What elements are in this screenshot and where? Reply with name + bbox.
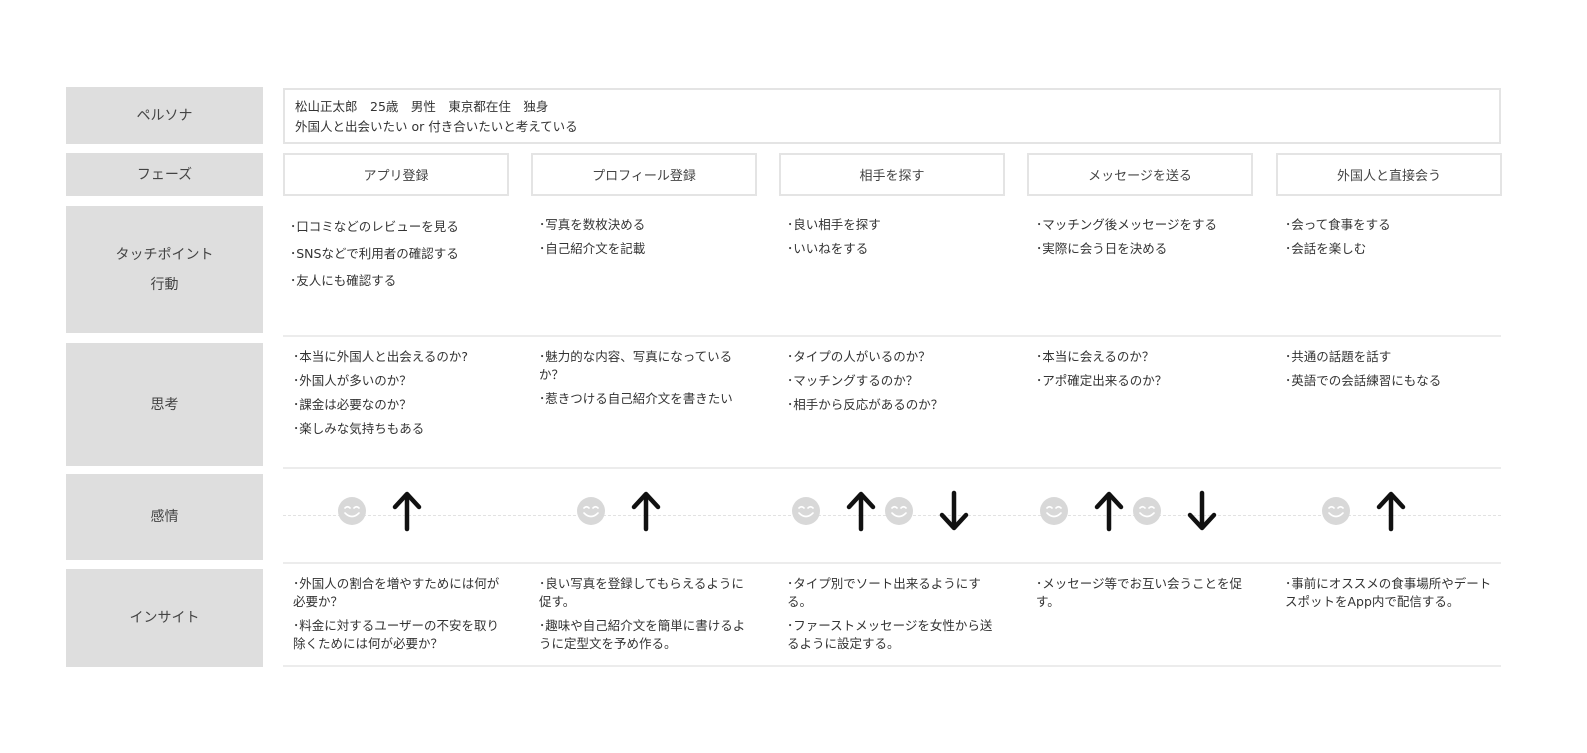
insight-item: ･メッセージ等でお互い会うことを促す。	[1036, 576, 1243, 609]
arrow-up-icon	[844, 489, 878, 533]
arrow-up-icon	[629, 489, 663, 533]
insight-item: ･料金に対するユーザーの不安を取り除くためには何が必要か？	[293, 618, 500, 651]
smiley-face-icon	[1039, 496, 1069, 526]
arrow-down-icon	[1185, 489, 1219, 533]
smiley-face-icon	[1321, 496, 1351, 526]
arrow-up-icon	[390, 489, 424, 533]
smiley-face-icon	[791, 496, 821, 526]
insight-cell: ･メッセージ等でお互い会うことを促す。	[1036, 575, 1251, 617]
smiley-face-icon	[1132, 496, 1162, 526]
insight-cell: ･事前にオススメの食事場所やデートスポットをApp内で配信する。	[1285, 575, 1497, 617]
insight-cell: ･外国人の割合を増やすためには何が必要か？ ･料金に対するユーザーの不安を取り除…	[293, 575, 505, 659]
arrow-down-icon	[937, 489, 971, 533]
smiley-face-icon	[337, 496, 367, 526]
insight-cell: ･タイプ別でソート出来るようにする。 ･ファーストメッセージを女性から送るように…	[787, 575, 1002, 659]
insight-cell: ･良い写真を登録してもらえるように促す。 ･趣味や自己紹介文を簡単に書けるように…	[539, 575, 751, 659]
insight-item: ･良い写真を登録してもらえるように促す。	[539, 576, 744, 609]
row-divider	[283, 562, 1501, 564]
insight-item: ･ファーストメッセージを女性から送るように設定する。	[787, 618, 993, 651]
insight-item: ･趣味や自己紹介文を簡単に書けるように定型文を予め作る。	[539, 618, 746, 651]
arrow-up-icon	[1374, 489, 1408, 533]
smiley-face-icon	[576, 496, 606, 526]
insight-item: ･事前にオススメの食事場所やデートスポットをApp内で配信する。	[1285, 576, 1492, 609]
row-divider	[283, 665, 1501, 667]
smiley-face-icon	[884, 496, 914, 526]
insight-item: ･タイプ別でソート出来るようにする。	[787, 576, 981, 609]
arrow-up-icon	[1092, 489, 1126, 533]
insight-item: ･外国人の割合を増やすためには何が必要か？	[293, 576, 500, 609]
